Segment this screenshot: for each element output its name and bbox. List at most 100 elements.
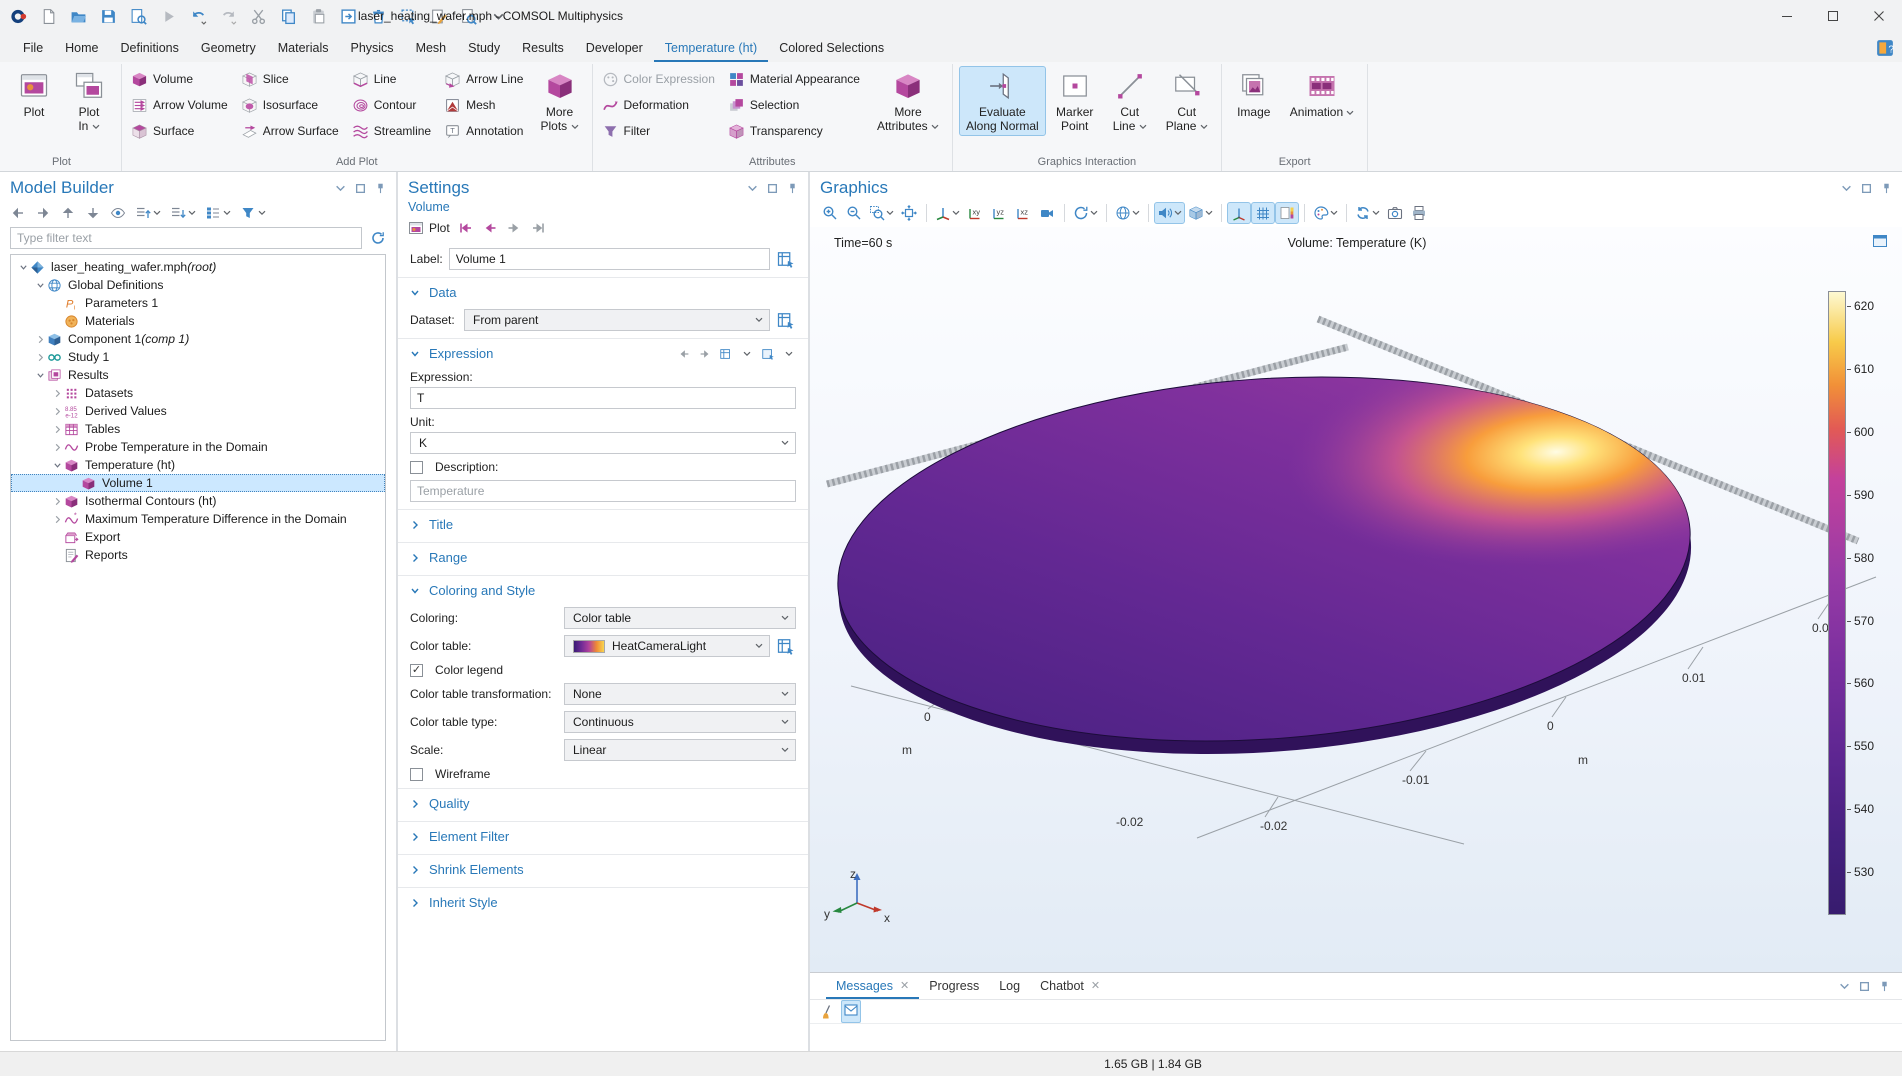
collapse-icon[interactable] [34, 281, 47, 290]
plot-button[interactable]: Plot [408, 220, 450, 236]
undo-icon[interactable] [190, 8, 207, 25]
ribbon-button-more-plots[interactable]: MorePlots [533, 66, 585, 136]
ribbon-button-plot[interactable]: Plot [8, 66, 60, 121]
edit-color-table-icon[interactable] [776, 636, 796, 656]
tree-filter-input[interactable] [10, 227, 362, 249]
dataset-select[interactable]: From parent [464, 309, 770, 331]
transparency-gx-button[interactable] [1185, 202, 1216, 224]
coloring-select[interactable]: Color table [564, 607, 796, 629]
zoom-in-button[interactable] [818, 202, 842, 224]
tree-item-derived-values[interactable]: 8.85e-12Derived Values [11, 402, 385, 420]
ribbon-tab-definitions[interactable]: Definitions [110, 35, 190, 62]
tab-chatbot[interactable]: Chatbot✕ [1030, 974, 1110, 999]
ribbon-tab-physics[interactable]: Physics [339, 35, 404, 62]
zoom-box-button[interactable] [866, 202, 897, 224]
label-input[interactable] [449, 248, 770, 270]
pin-panel-icon[interactable] [787, 183, 798, 194]
ribbon-button-arrow-surface[interactable]: Arrow Surface [238, 118, 346, 144]
tree-item-parameters-1[interactable]: PiParameters 1 [11, 294, 385, 312]
ribbon-tab-temperature-ht[interactable]: Temperature (ht) [654, 35, 768, 62]
plot-area[interactable]: Time=60 s Volume: Temperature (K) [810, 227, 1902, 972]
scene-light-button[interactable] [1035, 202, 1059, 224]
unit-combo[interactable]: K [410, 432, 796, 454]
insert-expression-icon[interactable] [761, 347, 775, 361]
float-panel-icon[interactable] [355, 183, 366, 194]
snapshot-button[interactable] [1383, 202, 1407, 224]
close-tab-icon[interactable]: ✕ [900, 979, 909, 992]
node-text-button[interactable] [205, 205, 231, 221]
tab-messages[interactable]: Messages✕ [826, 974, 919, 999]
print-button[interactable] [1407, 202, 1431, 224]
plot-last-icon[interactable] [530, 220, 546, 236]
ribbon-button-annotation[interactable]: TAnnotation [441, 118, 530, 144]
import-icon[interactable] [340, 8, 357, 25]
nav-back-button[interactable] [10, 205, 26, 221]
show-options-button[interactable] [110, 205, 126, 221]
ribbon-button-selection[interactable]: Selection [725, 92, 867, 118]
tree-item-tables[interactable]: Tables [11, 420, 385, 438]
clear-messages-icon[interactable] [820, 1004, 836, 1020]
environment-button[interactable] [1112, 202, 1143, 224]
ribbon-button-cut-plane[interactable]: CutPlane [1159, 66, 1215, 136]
copy-icon[interactable] [280, 8, 297, 25]
ribbon-button-arrow-line[interactable]: Arrow Line [441, 66, 530, 92]
float-panel-icon[interactable] [1859, 981, 1870, 992]
expand-icon[interactable] [51, 497, 64, 506]
sound-button[interactable] [1154, 202, 1185, 224]
ribbon-tab-home[interactable]: Home [54, 35, 109, 62]
expand-icon[interactable] [51, 425, 64, 434]
message-settings-icon[interactable] [843, 1002, 859, 1018]
panel-menu-icon[interactable] [335, 183, 346, 194]
zoom-out-button[interactable] [842, 202, 866, 224]
color-legend-checkbox[interactable] [410, 664, 423, 677]
ribbon-tab-developer[interactable]: Developer [575, 35, 654, 62]
wireframe-checkbox[interactable] [410, 768, 423, 781]
show-legend-button[interactable] [1275, 202, 1299, 224]
section-title[interactable]: Title [398, 509, 808, 538]
collapse-icon[interactable] [17, 263, 30, 272]
zoom-extents-button[interactable] [897, 202, 921, 224]
ribbon-button-contour[interactable]: Contour [349, 92, 438, 118]
expression-input[interactable] [410, 387, 796, 409]
section-quality[interactable]: Quality [398, 788, 808, 817]
ribbon-tab-file[interactable]: File [12, 35, 54, 62]
ribbon-button-animation[interactable]: Animation [1283, 66, 1362, 121]
ribbon-button-evaluate-along-normal[interactable]: EvaluateAlong Normal [959, 66, 1046, 136]
nav-forward-button[interactable] [35, 205, 51, 221]
section-element-filter[interactable]: Element Filter [398, 821, 808, 850]
show-axes-button[interactable] [1227, 202, 1251, 224]
tree-item-global-definitions[interactable]: Global Definitions [11, 276, 385, 294]
ribbon-button-marker-point[interactable]: MarkerPoint [1049, 66, 1101, 136]
plot-previous-icon[interactable] [482, 220, 498, 236]
tree-item-temperature-ht[interactable]: Temperature (ht) [11, 456, 385, 474]
tree-item-maximum-temperature-difference-in-the-domain[interactable]: *Maximum Temperature Difference in the D… [11, 510, 385, 528]
tree-item-isothermal-contours-ht[interactable]: Isothermal Contours (ht) [11, 492, 385, 510]
collapse-all-button[interactable] [135, 205, 161, 221]
ribbon-button-deformation[interactable]: Deformation [599, 92, 722, 118]
ribbon-tab-mesh[interactable]: Mesh [405, 35, 458, 62]
view-yz-button[interactable]: yz [987, 202, 1011, 224]
open-file-icon[interactable] [70, 8, 87, 25]
close-tab-icon[interactable]: ✕ [1091, 979, 1100, 992]
section-coloring-and-style[interactable]: Coloring and Style [398, 575, 808, 604]
section-data[interactable]: Data [398, 277, 808, 306]
float-panel-icon[interactable] [767, 183, 778, 194]
chevron-down-icon[interactable] [782, 347, 796, 361]
pin-panel-icon[interactable] [375, 183, 386, 194]
scale-select[interactable]: Linear [564, 739, 796, 761]
color-table-select[interactable]: HeatCameraLight [564, 635, 770, 657]
ribbon-button-transparency[interactable]: Transparency [725, 118, 867, 144]
ribbon-button-mesh[interactable]: Mesh [441, 92, 530, 118]
description-input[interactable] [410, 480, 796, 502]
section-range[interactable]: Range [398, 542, 808, 571]
replace-expression-icon[interactable] [719, 347, 733, 361]
panel-menu-icon[interactable] [747, 183, 758, 194]
go-to-view-button[interactable] [932, 202, 963, 224]
refresh-filter-icon[interactable] [370, 230, 386, 246]
ribbon-button-more-attributes[interactable]: MoreAttributes [870, 66, 946, 136]
cut-icon[interactable] [250, 8, 267, 25]
ribbon-button-image[interactable]: Image [1228, 66, 1280, 121]
panel-menu-icon[interactable] [1841, 183, 1852, 194]
pin-panel-icon[interactable] [1879, 981, 1890, 992]
view-xy-button[interactable]: xy [963, 202, 987, 224]
